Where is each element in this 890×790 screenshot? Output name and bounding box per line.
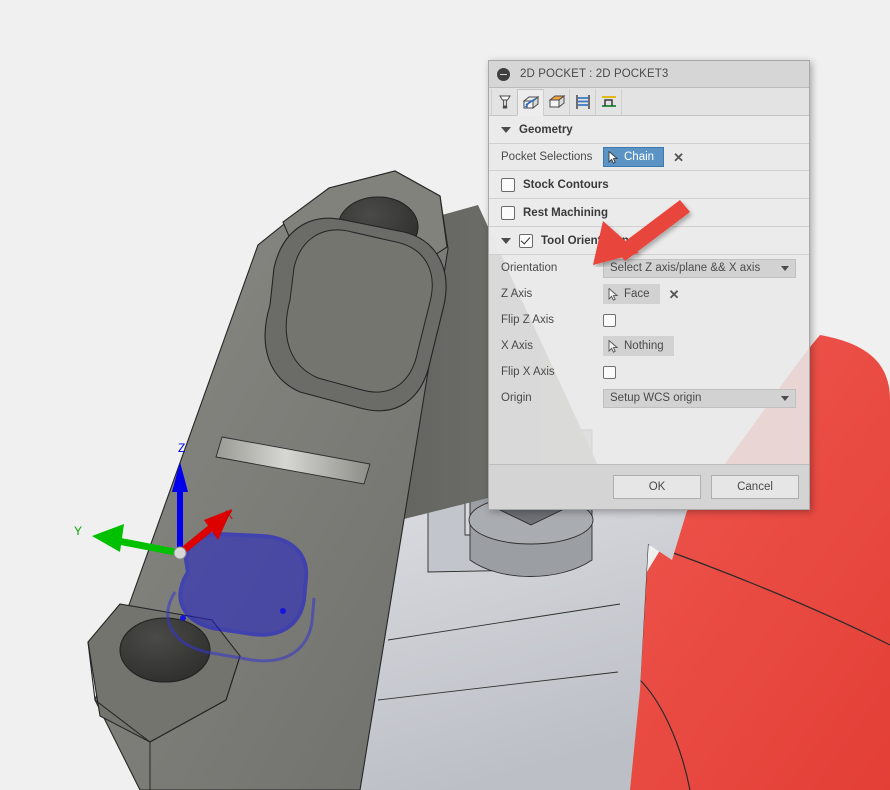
- operation-dialog[interactable]: 2D POCKET : 2D POCKET3 Geometry Pocket S…: [488, 60, 810, 510]
- dialog-tab-strip[interactable]: [489, 88, 809, 116]
- x-axis-select-button[interactable]: Nothing: [603, 336, 674, 356]
- chevron-down-icon: [781, 395, 789, 401]
- linking-tab[interactable]: [595, 89, 622, 115]
- linking-icon: [601, 96, 616, 107]
- dialog-title-bar[interactable]: 2D POCKET : 2D POCKET3: [489, 61, 809, 88]
- z-axis-select-button[interactable]: Face: [603, 284, 660, 304]
- row-origin: Origin Setup WCS origin: [489, 385, 809, 411]
- section-geometry-label: Geometry: [519, 123, 573, 136]
- chevron-down-icon[interactable]: [501, 126, 511, 133]
- orientation-label: Orientation: [501, 262, 558, 274]
- rest-machining-checkbox[interactable]: [501, 205, 515, 220]
- passes-icon: [575, 95, 590, 109]
- cursor-arrow-icon: [608, 150, 619, 164]
- x-axis-label: X: [225, 508, 234, 522]
- row-orientation: Orientation Select Z axis/plane && X axi…: [489, 255, 809, 281]
- flip-z-axis-label: Flip Z Axis: [501, 314, 555, 326]
- section-stock-contours-header[interactable]: Stock Contours: [489, 171, 809, 199]
- pocket-selections-button[interactable]: Chain: [603, 147, 665, 167]
- x-axis-label: X Axis: [501, 340, 533, 352]
- heights-tab[interactable]: [543, 89, 570, 115]
- z-axis-label: Z Axis: [501, 288, 533, 300]
- flip-x-axis-checkbox[interactable]: [603, 365, 616, 379]
- dialog-title-text: 2D POCKET : 2D POCKET3: [520, 68, 669, 80]
- minus-circle-icon[interactable]: [497, 67, 510, 81]
- cursor-arrow-icon: [608, 287, 619, 301]
- orientation-dropdown-value: Select Z axis/plane && X axis: [610, 262, 761, 274]
- section-stock-contours-label: Stock Contours: [523, 178, 609, 191]
- endmill-tool-icon: [498, 95, 511, 109]
- section-rest-machining-label: Rest Machining: [523, 206, 608, 219]
- pocket-selections-label: Pocket Selections: [501, 151, 593, 163]
- row-z-axis: Z Axis Face ✕: [489, 281, 809, 307]
- origin-dropdown-value: Setup WCS origin: [610, 392, 702, 404]
- y-axis-label: Y: [74, 524, 83, 538]
- tool-orientation-checkbox[interactable]: [519, 233, 533, 248]
- orientation-dropdown[interactable]: Select Z axis/plane && X axis: [603, 258, 796, 278]
- heights-cube-icon: [548, 94, 565, 109]
- x-clear-icon[interactable]: ✕: [669, 288, 680, 301]
- flip-x-axis-label: Flip X Axis: [501, 366, 555, 378]
- pocket-selections-button-label: Chain: [624, 151, 655, 163]
- passes-tab[interactable]: [569, 89, 596, 115]
- chevron-down-icon[interactable]: [501, 237, 511, 244]
- row-pocket-selections: Pocket Selections Chain ✕: [489, 144, 809, 170]
- ok-button[interactable]: OK: [613, 475, 701, 499]
- origin-label: Origin: [501, 392, 532, 404]
- z-axis-button-label: Face: [624, 288, 650, 300]
- dialog-footer: OK Cancel: [489, 464, 809, 509]
- origin-point: [173, 546, 187, 560]
- row-flip-z-axis: Flip Z Axis: [489, 307, 809, 333]
- chevron-down-icon: [781, 265, 789, 271]
- cursor-arrow-icon: [608, 339, 619, 353]
- geometry-cube-icon: [522, 95, 539, 109]
- dialog-body: Geometry Pocket Selections Chain ✕ Stock…: [489, 116, 809, 464]
- section-geometry-header[interactable]: Geometry: [489, 116, 809, 144]
- arm-oblong-pocket: [264, 217, 447, 412]
- origin-dropdown[interactable]: Setup WCS origin: [603, 388, 796, 408]
- app-window: Z Y X 2D POCKET : 2D POCKET3 Geometry Po…: [0, 0, 890, 790]
- row-x-axis: X Axis Nothing: [489, 333, 809, 359]
- row-flip-x-axis: Flip X Axis: [489, 359, 809, 385]
- cancel-button[interactable]: Cancel: [711, 475, 799, 499]
- z-axis-label: Z: [178, 441, 186, 455]
- tool-tab[interactable]: [491, 89, 518, 115]
- x-axis-button-label: Nothing: [624, 340, 664, 352]
- stock-contours-checkbox[interactable]: [501, 177, 515, 192]
- x-clear-icon[interactable]: ✕: [673, 151, 684, 164]
- section-tool-orientation-label: Tool Orientation: [541, 234, 629, 247]
- geometry-tab[interactable]: [517, 89, 544, 116]
- section-tool-orientation-header[interactable]: Tool Orientation: [489, 227, 809, 255]
- flip-z-axis-checkbox[interactable]: [603, 313, 616, 327]
- section-rest-machining-header[interactable]: Rest Machining: [489, 199, 809, 227]
